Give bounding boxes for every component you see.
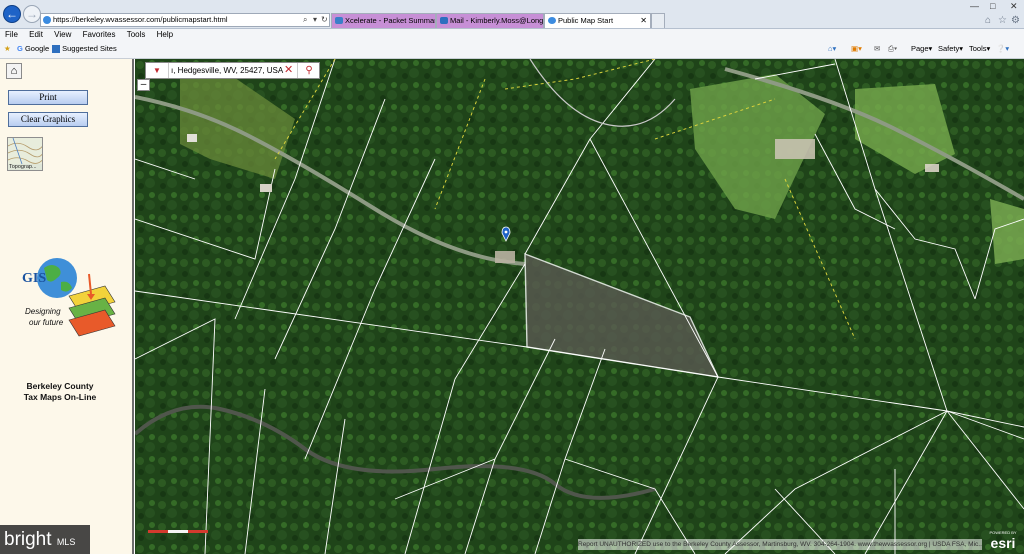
feeds-icon[interactable]: ▣▾	[851, 41, 862, 57]
topographic-basemap-button[interactable]: Topograp...	[7, 137, 43, 171]
zoom-out-button[interactable]: –	[137, 79, 150, 91]
building	[925, 164, 939, 172]
search-input[interactable]: ı, Hedgesville, WV, 25427, USA	[171, 63, 283, 78]
safety-menu[interactable]: Safety▾	[938, 41, 963, 57]
menu-help[interactable]: Help	[157, 30, 173, 39]
mail-cmd-icon[interactable]: ✉	[874, 41, 880, 57]
map-attribution: Report UNAUTHORIZED use to the Berkeley …	[578, 539, 982, 550]
favorites-bar: ★ G Google Suggested Sites ⌂▾ ▣▾ ✉ ⎙▾ Pa…	[0, 41, 1024, 59]
dropdown-icon[interactable]: ▼	[146, 63, 169, 78]
menu-favorites[interactable]: Favorites	[83, 30, 116, 39]
menu-file[interactable]: File	[5, 30, 18, 39]
left-tool-panel: ⌂ Print Clear Graphics Topograp... GIS D…	[0, 59, 134, 554]
home-icon[interactable]: ⌂	[6, 63, 22, 79]
forward-arrow-icon[interactable]: →	[23, 5, 41, 23]
gis-logo: GIS Designing our future	[17, 256, 121, 352]
field-area	[990, 199, 1024, 264]
menu-edit[interactable]: Edit	[29, 30, 43, 39]
page-menu-label: Page	[911, 44, 929, 53]
help-icon[interactable]: ❔▾	[996, 41, 1009, 57]
home-cmd-icon[interactable]: ⌂▾	[828, 41, 836, 57]
tab-label: Public Map Start	[558, 16, 614, 25]
gis-text: GIS	[22, 271, 47, 286]
suggested-sites-icon	[52, 45, 60, 54]
esri-name: esri	[990, 535, 1016, 551]
scale-bar	[148, 530, 208, 533]
county-title-line: Tax Maps On-Line	[23, 392, 97, 402]
gear-icon[interactable]: ⚙	[1011, 15, 1020, 26]
topo-label: Topograp...	[9, 164, 37, 170]
back-arrow-icon[interactable]: ←	[3, 5, 21, 23]
favorite-google[interactable]: G Google	[17, 41, 49, 57]
building	[260, 184, 272, 192]
close-window-icon[interactable]: ✕	[1010, 1, 1018, 12]
building	[775, 139, 815, 159]
favorite-suggested-sites[interactable]: Suggested Sites	[52, 41, 117, 57]
ie-page-icon	[548, 17, 556, 24]
google-icon: G	[17, 44, 23, 53]
map-canvas[interactable]	[135, 59, 1024, 554]
print-button[interactable]: Print	[8, 90, 88, 105]
printer-icon[interactable]: ⎙▾	[888, 41, 897, 57]
search-icon[interactable]: ⌕	[303, 14, 307, 26]
maximize-icon[interactable]: □	[990, 1, 995, 11]
address-search-box[interactable]: ▼ ı, Hedgesville, WV, 25427, USA ✕ ⚲	[145, 62, 320, 79]
minimize-icon[interactable]: —	[970, 1, 979, 11]
aerial-map[interactable]	[135, 59, 1024, 554]
menu-bar: File Edit View Favorites Tools Help	[0, 29, 1024, 41]
xcelerate-icon	[335, 17, 343, 24]
close-icon[interactable]: ✕	[640, 14, 647, 27]
tab-xcelerate[interactable]: Xcelerate - Packet Summary	[331, 13, 436, 28]
logo-tagline: Designing	[25, 307, 61, 316]
home-icon[interactable]: ⌂	[985, 15, 991, 26]
watermark-suffix: MLS	[56, 537, 76, 547]
watermark-brand: bright	[4, 529, 52, 550]
tab-label: Mail - Kimberly.Moss@Longan...	[450, 16, 544, 25]
dropdown-icon[interactable]: ▾	[313, 14, 317, 26]
url-field[interactable]: https://berkeley.wvassessor.com/publicma…	[40, 13, 330, 27]
mail-icon	[440, 17, 448, 24]
new-tab-button[interactable]	[651, 13, 665, 28]
page-menu[interactable]: Page▾	[911, 41, 932, 57]
tab-mail[interactable]: Mail - Kimberly.Moss@Longan...	[436, 13, 544, 28]
building	[187, 134, 197, 142]
clear-graphics-button[interactable]: Clear Graphics	[8, 112, 88, 127]
clear-icon[interactable]: ✕	[284, 63, 293, 78]
tab-public-map-start[interactable]: Public Map Start ✕	[544, 13, 651, 28]
tools-menu[interactable]: Tools▾	[969, 41, 990, 57]
safety-menu-label: Safety	[938, 44, 960, 53]
browser-address-bar: ← → https://berkeley.wvassessor.com/publ…	[0, 0, 1024, 29]
star-icon[interactable]: ☆	[998, 15, 1007, 26]
menu-view[interactable]: View	[54, 30, 71, 39]
county-title: Berkeley County Tax Maps On-Line	[10, 381, 110, 403]
topo-thumbnail	[8, 138, 42, 165]
menu-tools[interactable]: Tools	[127, 30, 146, 39]
esri-logo: POWERED BY esri	[983, 530, 1023, 552]
ie-page-icon	[43, 16, 51, 24]
tools-menu-label: Tools	[969, 44, 987, 53]
favorite-label: Google	[24, 44, 50, 53]
url-text: https://berkeley.wvassessor.com/publicma…	[53, 15, 228, 24]
favorite-label: Suggested Sites	[62, 44, 117, 53]
bright-mls-watermark: bright MLS	[0, 525, 90, 554]
building	[495, 251, 515, 263]
county-title-line: Berkeley County	[26, 381, 94, 391]
refresh-icon[interactable]: ↻	[321, 14, 328, 26]
search-icon[interactable]: ⚲	[297, 63, 320, 78]
logo-tagline: our future	[29, 318, 64, 327]
tab-label: Xcelerate - Packet Summary	[345, 16, 436, 25]
favorites-star-icon[interactable]: ★	[4, 41, 11, 57]
